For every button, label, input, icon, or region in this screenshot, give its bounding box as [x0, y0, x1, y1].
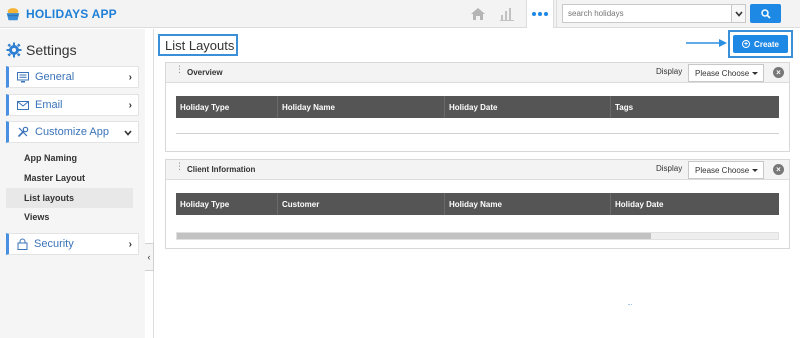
lock-icon — [17, 238, 28, 250]
create-label: Create — [754, 39, 779, 49]
settings-title: Settings — [26, 42, 77, 58]
panel-title: Overview — [187, 68, 223, 77]
monitor-icon — [17, 71, 29, 82]
grid-header: Holiday Type Customer Holiday Name Holid… — [176, 193, 779, 215]
search-input[interactable] — [562, 4, 732, 23]
sidebar-item-customize-app[interactable]: Customize App — [6, 121, 139, 143]
page-title: List Layouts — [158, 34, 238, 56]
sidebar-item-label: General — [35, 71, 75, 83]
sidebar-collapse-toggle[interactable]: ‹ — [145, 243, 154, 271]
sidebar-item-label: Security — [34, 238, 74, 250]
display-select[interactable]: Please Choose — [688, 64, 764, 82]
chevron-right-icon: › — [128, 239, 132, 250]
settings-heading: Settings — [6, 40, 77, 60]
display-select-value: Please Choose — [695, 68, 750, 78]
sidebar-item-general[interactable]: General › — [6, 66, 139, 88]
envelope-icon — [17, 101, 29, 110]
subitem-views[interactable]: Views — [24, 212, 49, 222]
chevron-right-icon: › — [128, 100, 132, 111]
drag-handle-icon[interactable]: ⋮ — [175, 162, 184, 171]
chevron-down-icon — [124, 128, 132, 139]
grid-empty-row — [176, 133, 779, 134]
caret-down-icon — [752, 169, 758, 172]
arrow-right-icon — [686, 39, 727, 47]
sidebar-item-security[interactable]: Security › — [6, 233, 139, 255]
create-button[interactable]: + Create — [733, 35, 788, 53]
chart-icon[interactable] — [497, 4, 517, 24]
panel-header: ⋮ Client Information Display Please Choo… — [166, 160, 789, 180]
plus-circle-icon: + — [742, 40, 751, 48]
column-header[interactable]: Holiday Date — [611, 193, 779, 215]
grid-header: Holiday Type Holiday Name Holiday Date T… — [176, 96, 779, 118]
close-icon[interactable]: × — [773, 67, 784, 78]
column-header[interactable]: Holiday Date — [445, 96, 611, 118]
tools-icon — [17, 126, 29, 138]
more-options-button[interactable] — [526, 0, 554, 28]
layout-panel-client-information: ⋮ Client Information Display Please Choo… — [165, 159, 790, 249]
chevron-right-icon: › — [128, 72, 132, 83]
close-icon[interactable]: × — [773, 164, 784, 175]
top-bar: HOLIDAYS APP — [0, 0, 800, 28]
panel-title: Client Information — [187, 165, 256, 174]
home-icon[interactable] — [468, 4, 488, 24]
gear-icon — [6, 42, 22, 58]
scrollbar-thumb[interactable] — [177, 233, 651, 239]
column-header[interactable]: Holiday Name — [278, 96, 445, 118]
chevron-down-icon — [734, 10, 743, 17]
search-scope-dropdown[interactable] — [731, 4, 746, 23]
sidebar-item-label: Email — [35, 99, 63, 111]
display-label: Display — [656, 164, 683, 173]
search-icon — [760, 8, 771, 19]
display-select-value: Please Choose — [695, 165, 750, 175]
sidebar-item-email[interactable]: Email › — [6, 94, 139, 116]
display-select[interactable]: Please Choose — [688, 161, 764, 179]
holiday-basket-icon — [6, 8, 20, 21]
subitem-list-layouts[interactable]: List layouts — [6, 188, 133, 208]
search-button[interactable] — [750, 4, 781, 23]
column-header[interactable]: Holiday Type — [176, 193, 278, 215]
display-label: Display — [656, 67, 683, 76]
column-header[interactable]: Holiday Name — [445, 193, 611, 215]
sidebar-item-label: Customize App — [35, 126, 109, 138]
subitem-app-naming[interactable]: App Naming — [24, 153, 77, 163]
layout-panel-overview: ⋮ Overview Display Please Choose × Holid… — [165, 62, 790, 152]
column-header[interactable]: Tags — [611, 96, 779, 118]
column-header[interactable]: Holiday Type — [176, 96, 278, 118]
app-logo[interactable]: HOLIDAYS APP — [4, 4, 117, 24]
panel-header: ⋮ Overview Display Please Choose × — [166, 63, 789, 83]
drag-handle-icon[interactable]: ⋮ — [175, 65, 184, 74]
column-header[interactable]: Customer — [278, 193, 445, 215]
app-title: HOLIDAYS APP — [26, 7, 117, 21]
caret-down-icon — [752, 72, 758, 75]
subitem-master-layout[interactable]: Master Layout — [24, 173, 85, 183]
more-dots-icon — [532, 12, 536, 16]
horizontal-scrollbar[interactable] — [176, 232, 779, 240]
